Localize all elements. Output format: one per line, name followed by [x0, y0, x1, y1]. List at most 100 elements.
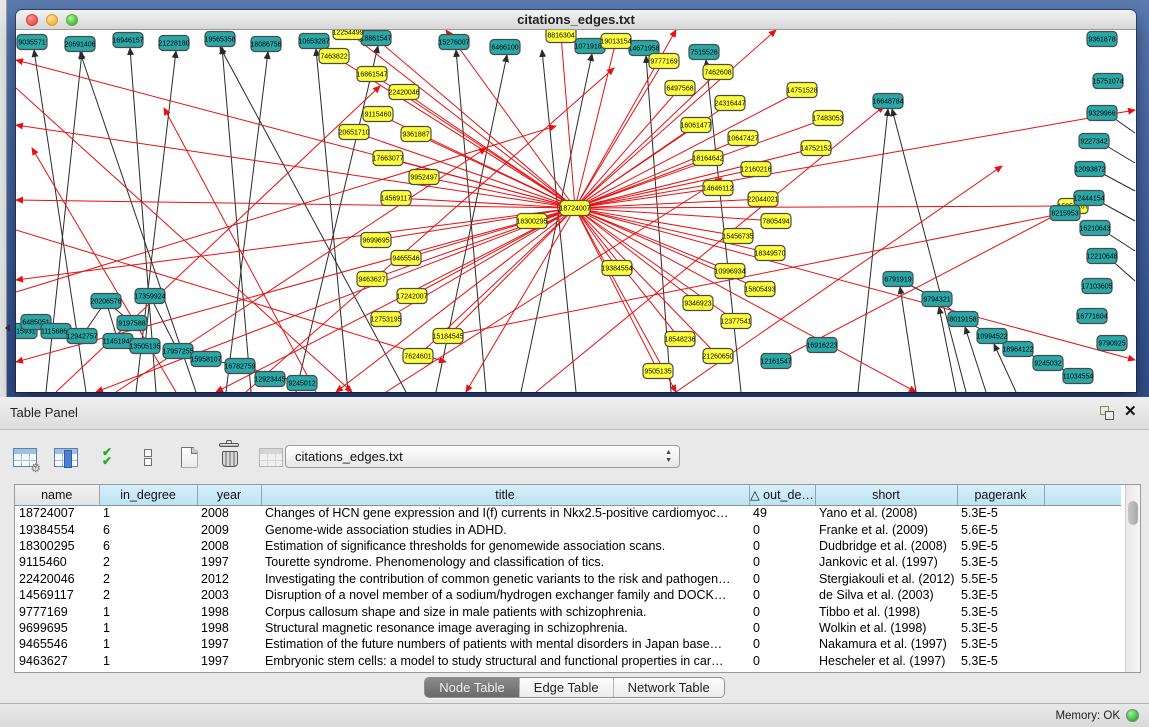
graph-node[interactable]: 18164642	[692, 151, 723, 166]
graph-node[interactable]: 14751528	[786, 83, 817, 98]
table-vertical-scrollbar[interactable]	[1125, 485, 1140, 672]
table-cell[interactable]: 0	[749, 571, 815, 587]
tab-network-table[interactable]: Network Table	[614, 678, 724, 697]
table-cell[interactable]: Corpus callosum shape and size in male p…	[261, 603, 749, 619]
table-cell[interactable]: Disruption of a novel member of a sodium…	[261, 587, 749, 603]
graph-node[interactable]: 9227342	[1079, 134, 1109, 149]
table-cell[interactable]: Stergiakouli et al. (2012)	[815, 571, 957, 587]
graph-node[interactable]: 17663077	[372, 151, 403, 166]
graph-node[interactable]: 7805494	[761, 214, 791, 229]
graph-node[interactable]: 8019158	[948, 312, 978, 327]
table-cell[interactable]: 5.5E-5	[957, 571, 1044, 587]
graph-node[interactable]: 9346923	[683, 296, 713, 311]
window-minimize-button[interactable]	[46, 14, 58, 26]
table-cell[interactable]: 1997	[197, 636, 261, 652]
table-cell[interactable]	[1044, 538, 1121, 554]
column-header-short[interactable]: short	[815, 485, 957, 505]
table-cell[interactable]: 1	[99, 603, 197, 619]
graph-node[interactable]: 12444154	[1073, 191, 1104, 206]
graph-node[interactable]: 7624601	[403, 349, 433, 364]
table-cell[interactable]: 5.3E-5	[957, 636, 1044, 652]
graph-node[interactable]: 20691406	[64, 37, 95, 52]
graph-node[interactable]: 15184545	[432, 329, 463, 344]
table-cell[interactable]: 0	[749, 587, 815, 603]
table-cell[interactable]: 2	[99, 571, 197, 587]
graph-node[interactable]: 16861547	[356, 67, 387, 82]
table-row[interactable]: 977716911998Corpus callosum shape and si…	[15, 603, 1121, 619]
graph-node[interactable]: 20651710	[338, 125, 369, 140]
table-cell[interactable]: Tibbo et al. (1998)	[815, 603, 957, 619]
graph-node[interactable]: 12254499	[332, 30, 363, 40]
graph-node[interactable]: 17242007	[396, 289, 427, 304]
delete-table-icon[interactable]	[215, 442, 245, 472]
table-cell[interactable]: 2	[99, 554, 197, 570]
close-panel-icon[interactable]: ✕	[1124, 402, 1137, 420]
graph-node[interactable]: 9790925	[1097, 336, 1127, 351]
table-cell[interactable]: 6	[99, 521, 197, 537]
graph-node[interactable]: 11034554	[1063, 369, 1094, 384]
table-cell[interactable]: 9115460	[15, 554, 99, 570]
graph-node[interactable]: 6466100	[490, 40, 520, 55]
graph-node[interactable]: 8215953	[1050, 206, 1080, 221]
table-cell[interactable]: 9465546	[15, 636, 99, 652]
table-row[interactable]: 946554611997Estimation of the future num…	[15, 636, 1121, 652]
graph-node[interactable]: 9361887	[401, 127, 431, 142]
table-cell[interactable]: Jankovic et al. (1997)	[815, 554, 957, 570]
graph-node[interactable]: 18548236	[664, 332, 695, 347]
graph-node[interactable]: 9245032	[1033, 356, 1063, 371]
table-row[interactable]: 1872400712008Changes of HCN gene express…	[15, 505, 1121, 521]
table-selector-dropdown[interactable]: citations_edges.txt ▲▼	[285, 445, 680, 468]
graph-node[interactable]: 18086756	[250, 37, 281, 52]
table-cell[interactable]	[1044, 603, 1121, 619]
graph-node[interactable]: 12210648	[1086, 249, 1117, 264]
graph-node[interactable]: 15276007	[438, 35, 469, 50]
table-row[interactable]: 1830029562008Estimation of significance …	[15, 538, 1121, 554]
graph-node[interactable]: 9197588	[117, 316, 147, 331]
table-cell[interactable]: 9777169	[15, 603, 99, 619]
graph-node[interactable]: 21228180	[158, 36, 189, 51]
table-cell[interactable]: 14569117	[15, 587, 99, 603]
table-cell[interactable]: 0	[749, 653, 815, 669]
graph-node[interactable]: 16916223	[806, 338, 837, 353]
table-cell[interactable]: 9463627	[15, 653, 99, 669]
graph-node[interactable]: 24316447	[714, 96, 745, 111]
table-cell[interactable]: Yano et al. (2008)	[815, 505, 957, 521]
table-cell[interactable]	[1044, 521, 1121, 537]
table-cell[interactable]: 1998	[197, 620, 261, 636]
graph-node[interactable]: 18964122	[1002, 342, 1033, 357]
table-cell[interactable]: Tourette syndrome. Phenomenology and cla…	[261, 554, 749, 570]
table-cell[interactable]	[1044, 636, 1121, 652]
table-cell[interactable]: 9699695	[15, 620, 99, 636]
table-cell[interactable]: Hescheler et al. (1997)	[815, 653, 957, 669]
table-cell[interactable]: 5.3E-5	[957, 620, 1044, 636]
table-row[interactable]: 946362711997Embryonic stem cells: a mode…	[15, 653, 1121, 669]
table-cell[interactable]: Estimation of significance thresholds fo…	[261, 538, 749, 554]
table-cell[interactable]	[1044, 505, 1121, 521]
scrollbar-thumb[interactable]	[1128, 501, 1138, 525]
float-panel-icon[interactable]	[1100, 406, 1115, 420]
table-cell[interactable]: 1	[99, 620, 197, 636]
graph-node[interactable]: 12753195	[370, 312, 401, 327]
table-cell[interactable]: 5.3E-5	[957, 587, 1044, 603]
graph-node[interactable]: 17103605	[1081, 279, 1112, 294]
graph-node[interactable]: 19013154	[600, 34, 631, 49]
table-row[interactable]: 969969511998Structural magnetic resonanc…	[15, 620, 1121, 636]
graph-node[interactable]: 9465546	[391, 251, 421, 266]
graph-node[interactable]: 21260650	[702, 349, 733, 364]
graph-node[interactable]: 6497568	[665, 81, 695, 96]
table-cell[interactable]: 0	[749, 538, 815, 554]
graph-node[interactable]: 12161547	[760, 354, 791, 369]
table-cell[interactable]: Genome-wide association studies in ADHD.	[261, 521, 749, 537]
graph-node[interactable]: 12377541	[720, 314, 751, 329]
graph-node[interactable]: 15958107	[190, 352, 221, 367]
table-cell[interactable]: 0	[749, 603, 815, 619]
graph-node[interactable]: 17359924	[134, 289, 165, 304]
table-cell[interactable]: Nakamura et al. (1997)	[815, 636, 957, 652]
table-cell[interactable]: Wolkin et al. (1998)	[815, 620, 957, 636]
graph-node[interactable]: 22420046	[388, 85, 419, 100]
table-cell[interactable]: Estimation of the future numbers of pati…	[261, 636, 749, 652]
column-header-name[interactable]: name	[15, 485, 99, 505]
table-cell[interactable]: 0	[749, 554, 815, 570]
column-header-out-degree[interactable]: △ out_de…	[749, 485, 815, 505]
table-cell[interactable]: 5.3E-5	[957, 505, 1044, 521]
